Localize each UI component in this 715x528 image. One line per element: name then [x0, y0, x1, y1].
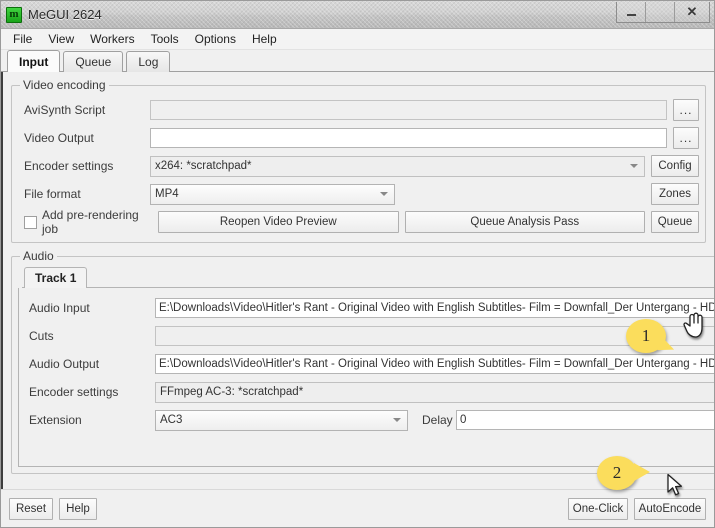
- audio-output-row: Audio Output E:\Downloads\Video\Hitler's…: [23, 350, 714, 378]
- video-encoder-settings-label: Encoder settings: [24, 159, 114, 173]
- chevron-down-icon: [630, 164, 638, 168]
- auto-encode-button[interactable]: AutoEncode: [634, 497, 706, 520]
- add-pre-rendering-job-checkbox[interactable]: Add pre-rendering job: [18, 208, 158, 236]
- checkbox-box-icon: [24, 215, 37, 229]
- extension-label: Extension: [29, 413, 82, 427]
- video-encoding-legend: Video encoding: [23, 78, 106, 92]
- audio-tab-track-1[interactable]: Track 1: [24, 267, 88, 288]
- annotation-marker-1-label: 1: [641, 326, 651, 345]
- menu-bar: File View Workers Tools Options Help: [1, 29, 714, 50]
- cuts-row: Cuts ...: [23, 322, 714, 350]
- file-format-select[interactable]: MP4: [150, 183, 395, 205]
- annotation-pointer-icon: [657, 335, 677, 354]
- reset-button[interactable]: Reset: [9, 497, 53, 520]
- video-encoder-settings-select[interactable]: x264: *scratchpad*: [150, 155, 645, 177]
- window-controls: ✕: [616, 2, 710, 23]
- file-format-value: MP4: [155, 188, 179, 200]
- audio-encoder-settings-row: Encoder settings FFmpeg AC-3: *scratchpa…: [23, 378, 714, 406]
- reopen-video-preview-button[interactable]: Reopen Video Preview: [158, 211, 399, 233]
- close-icon[interactable]: ✕: [675, 2, 709, 22]
- video-output-label: Video Output: [24, 131, 94, 145]
- add-pre-rendering-job-label: Add pre-rendering job: [42, 208, 139, 236]
- title-bar: m MeGUI 2624 ✕: [1, 1, 714, 29]
- video-output-row: Video Output ...: [18, 124, 699, 152]
- audio-output-label: Audio Output: [29, 357, 100, 371]
- pre-rendering-row: Add pre-rendering job Reopen Video Previ…: [18, 208, 699, 236]
- megui-window: m MeGUI 2624 ✕ File View Workers Tools O…: [0, 0, 715, 528]
- audio-input-field[interactable]: E:\Downloads\Video\Hitler's Rant - Origi…: [155, 298, 714, 318]
- annotation-marker-2: 2: [597, 456, 650, 490]
- chevron-down-icon: [380, 192, 388, 196]
- audio-tabstrip: Track 1: [18, 267, 714, 288]
- extension-value: AC3: [160, 414, 183, 426]
- queue-analysis-pass-button[interactable]: Queue Analysis Pass: [404, 211, 645, 233]
- video-output-input[interactable]: [150, 128, 667, 148]
- main-tabstrip: Input Queue Log: [1, 50, 714, 72]
- menu-item-options[interactable]: Options: [187, 30, 244, 49]
- video-output-browse-button[interactable]: ...: [673, 127, 699, 149]
- minimize-icon[interactable]: [617, 2, 646, 22]
- menu-item-help[interactable]: Help: [244, 30, 285, 49]
- bottom-button-bar: Reset Help One-Click AutoEncode: [1, 489, 714, 527]
- video-encoder-settings-row: Encoder settings x264: *scratchpad* Conf…: [18, 152, 699, 180]
- avisynth-script-row: AviSynth Script ...: [18, 96, 699, 124]
- annotation-marker-2-label: 2: [612, 463, 622, 482]
- annotation-pointer-icon: [634, 463, 650, 481]
- menu-item-file[interactable]: File: [5, 30, 40, 49]
- zones-button[interactable]: Zones: [651, 183, 699, 205]
- chevron-down-icon: [393, 418, 401, 422]
- tab-queue[interactable]: Queue: [63, 51, 124, 72]
- audio-input-label: Audio Input: [29, 301, 90, 315]
- audio-group: Audio Track 1 Audio Input E:\Downloads\V…: [11, 249, 714, 474]
- audio-input-row: Audio Input E:\Downloads\Video\Hitler's …: [23, 294, 714, 322]
- avisynth-script-input[interactable]: [150, 100, 667, 120]
- delay-label: Delay: [422, 413, 453, 427]
- help-button[interactable]: Help: [59, 497, 97, 520]
- video-encoding-group: Video encoding AviSynth Script ... Video…: [11, 78, 706, 243]
- file-format-label: File format: [24, 187, 81, 201]
- window-title: MeGUI 2624: [28, 7, 102, 22]
- audio-encoder-settings-select[interactable]: FFmpeg AC-3: *scratchpad*: [155, 381, 714, 403]
- avisynth-script-browse-button[interactable]: ...: [673, 99, 699, 121]
- audio-track-panel: Audio Input E:\Downloads\Video\Hitler's …: [18, 288, 714, 467]
- menu-item-workers[interactable]: Workers: [82, 30, 142, 49]
- extension-row: Extension AC3 Delay 0 ms: [23, 406, 714, 434]
- avisynth-script-label: AviSynth Script: [24, 103, 106, 117]
- tab-input[interactable]: Input: [7, 50, 61, 72]
- file-format-row: File format MP4 Zones: [18, 180, 699, 208]
- megui-app-icon: m: [6, 6, 22, 23]
- cuts-label: Cuts: [29, 329, 54, 343]
- audio-output-field[interactable]: E:\Downloads\Video\Hitler's Rant - Origi…: [155, 354, 714, 374]
- annotation-marker-1: 1: [626, 319, 677, 354]
- delay-input[interactable]: 0: [456, 410, 714, 430]
- tab-log[interactable]: Log: [126, 51, 171, 72]
- one-click-button[interactable]: One-Click: [568, 497, 628, 520]
- video-encoder-settings-value: x264: *scratchpad*: [155, 160, 252, 172]
- audio-legend: Audio: [23, 249, 54, 263]
- extension-select[interactable]: AC3: [155, 409, 408, 431]
- video-config-button[interactable]: Config: [651, 155, 699, 177]
- arrow-cursor-icon: [667, 473, 683, 496]
- maximize-icon[interactable]: [646, 2, 675, 22]
- menu-item-view[interactable]: View: [40, 30, 82, 49]
- hand-cursor-icon: [683, 312, 703, 338]
- audio-encoder-settings-value: FFmpeg AC-3: *scratchpad*: [160, 386, 304, 398]
- video-queue-button[interactable]: Queue: [651, 211, 699, 233]
- audio-encoder-settings-label: Encoder settings: [29, 384, 119, 399]
- menu-item-tools[interactable]: Tools: [143, 30, 187, 49]
